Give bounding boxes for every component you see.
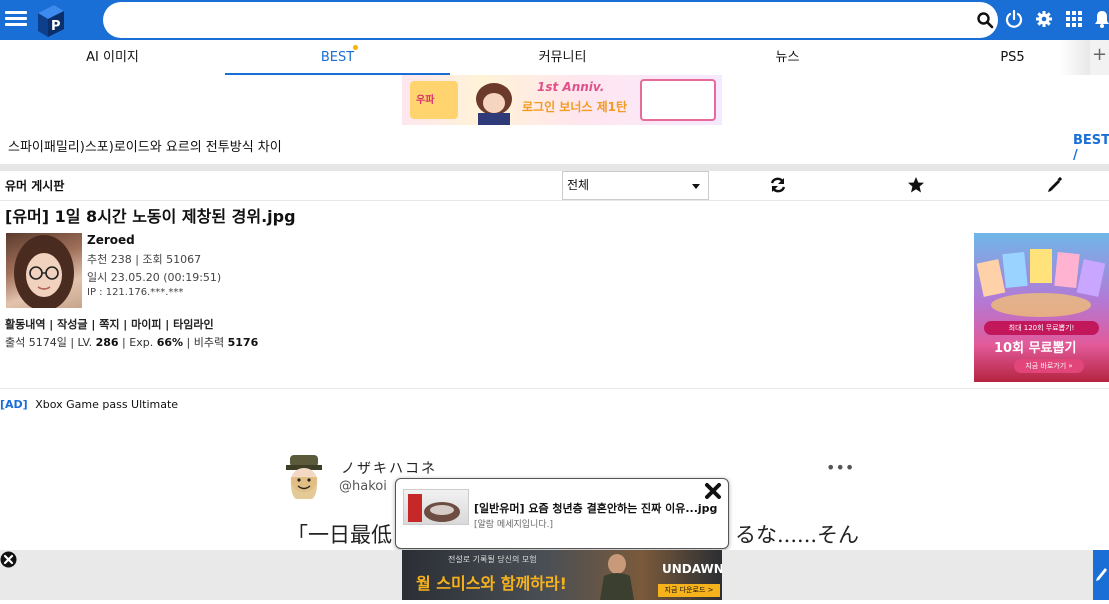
settings-gear-icon[interactable]: [1034, 9, 1054, 29]
bottom-ad-headline: 월 스미스와 함께하라!: [416, 574, 567, 593]
tab-ai-image[interactable]: AI 이미지: [0, 40, 225, 75]
avatar-portrait: [14, 235, 74, 308]
bottom-ad-tagline: 전설로 기록될 당신의 모험: [448, 555, 537, 564]
alert-popup[interactable]: [일반유머] 요즘 청년층 결혼안하는 진짜 이유...jpg [알람 메세지입…: [395, 478, 729, 549]
apps-grid-icon[interactable]: [1064, 9, 1084, 29]
refresh-icon[interactable]: [769, 176, 787, 194]
popup-thumbnail: [403, 489, 469, 525]
pencil-icon[interactable]: [1046, 176, 1064, 194]
board-filter-value: 전체: [567, 178, 590, 192]
banner-character-art: [476, 83, 512, 125]
more-options-icon[interactable]: •••: [826, 458, 854, 477]
notice-headline[interactable]: 스파이패밀리)스포)로이드와 요르의 전투방식 차이: [8, 136, 282, 155]
post-ip: IP : 121.176.***.***: [87, 287, 184, 298]
side-ad-badge: 최대 120회 무료뽑기!: [984, 321, 1099, 335]
post-datetime: 일시 23.05.20 (00:19:51): [87, 271, 222, 284]
exp-label: | Exp.: [122, 336, 154, 349]
side-ad-button[interactable]: 지금 바로가기 »: [1014, 359, 1084, 373]
star-icon[interactable]: [907, 176, 925, 194]
exp-value: 66%: [156, 336, 184, 349]
ad-tag: [AD]: [0, 398, 28, 411]
side-ad-characters: [976, 249, 1106, 317]
notification-bell-icon[interactable]: [1092, 9, 1109, 29]
tweet-text: 「一日最低: [287, 523, 392, 547]
board-title: 유머 게시판: [5, 179, 65, 193]
board-toolbar: 유머 게시판 전체: [0, 171, 1109, 201]
tweet-author-name[interactable]: ノザキハコネ: [341, 458, 437, 478]
section-divider: [0, 164, 1109, 171]
scroll-top-button[interactable]: [1093, 550, 1109, 600]
add-tab-button[interactable]: +: [1090, 40, 1109, 75]
tab-best[interactable]: BEST: [225, 40, 450, 75]
hamburger-menu-icon[interactable]: [5, 8, 27, 30]
author-name[interactable]: Zeroed: [87, 233, 135, 247]
search-box: [103, 2, 998, 38]
best-link[interactable]: BEST /: [1073, 133, 1109, 163]
side-ad-headline: 10회 무료뽑기: [994, 341, 1077, 356]
new-indicator-dot: [353, 45, 358, 50]
content-divider: [0, 388, 1109, 389]
popup-subtitle: [알람 메세지입니다.]: [474, 520, 553, 530]
tab-news[interactable]: 뉴스: [675, 40, 900, 75]
tab-community[interactable]: 커뮤니티: [450, 40, 675, 75]
banner-login-text: 로그인 보너스 제1탄: [522, 100, 628, 114]
power-icon[interactable]: [1004, 9, 1024, 29]
bottom-banner-ad[interactable]: 전설로 기록될 당신의 모험 월 스미스와 함께하라! UNDAWN 지금 다운…: [402, 550, 722, 600]
attendance-label: 출석 5174일 | LV.: [5, 336, 93, 349]
author-links[interactable]: 활동내역 | 작성글 | 쪽지 | 마이피 | 타임라인: [5, 316, 214, 332]
tabs-fade: [1060, 40, 1090, 75]
post-title: [유머] 1일 8시간 노동이 제창된 경위.jpg: [5, 207, 296, 226]
bottom-ad-button[interactable]: 지금 다운로드 >: [658, 584, 720, 597]
board-filter-select[interactable]: 전체: [562, 171, 709, 200]
popup-title[interactable]: [일반유머] 요즘 청년층 결혼안하는 진짜 이유...jpg: [474, 500, 728, 516]
site-logo[interactable]: P: [34, 3, 68, 37]
close-icon[interactable]: [703, 481, 723, 501]
category-tabs: AI 이미지 BEST 커뮤니티 뉴스 PS5: [0, 40, 1109, 75]
ad-text[interactable]: Xbox Game pass Ultimate: [35, 398, 178, 411]
tweet-text-right: るな......そん: [735, 523, 860, 547]
author-stats: 출석 5174일 | LV. 286 | Exp. 66% | 비추력 5176: [5, 334, 258, 350]
svg-text:P: P: [51, 19, 61, 34]
author-avatar[interactable]: [6, 233, 82, 308]
post-recommend-views: 추천 238 | 조회 51067: [87, 253, 202, 266]
pencil-edit-icon: [1096, 568, 1107, 581]
chevron-down-icon: [692, 184, 700, 189]
level-value: 286: [95, 336, 119, 349]
bottom-ad-soldier-art: [600, 554, 634, 600]
text-ad[interactable]: [AD] Xbox Game pass Ultimate: [0, 398, 178, 411]
search-icon[interactable]: [976, 11, 994, 29]
banner-left-text: 우파: [416, 95, 435, 106]
top-bar: P: [0, 0, 1109, 40]
banner-anniv-text: 1st Anniv.: [537, 80, 605, 94]
bottom-ad-brand: UNDAWN: [662, 562, 722, 576]
tax-value: 5176: [227, 336, 259, 349]
search-input[interactable]: [117, 8, 957, 32]
tweet-avatar[interactable]: [284, 453, 324, 501]
tweet-handle[interactable]: @hakoi: [339, 479, 387, 494]
top-banner-ad[interactable]: 우파 1st Anniv. 로그인 보너스 제1탄: [402, 75, 722, 125]
side-banner-ad[interactable]: 최대 120회 무료뽑기! 10회 무료뽑기 지금 바로가기 »: [974, 233, 1109, 382]
tax-label: | 비추력: [186, 336, 225, 349]
banner-reward-box: [640, 79, 716, 121]
close-ad-icon[interactable]: [0, 551, 17, 568]
